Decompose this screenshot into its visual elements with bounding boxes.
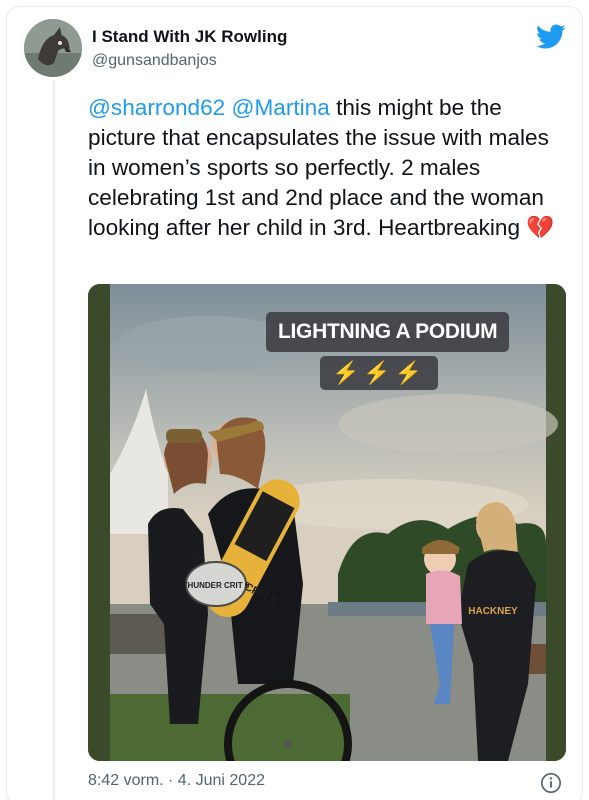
lightning-bolts-icon: ⚡⚡⚡ [320,356,439,390]
thread-line [53,80,55,800]
broken-heart-emoji: 💔 [526,215,555,240]
sticker-title: LIGHTNING A PODIUM [266,312,510,352]
mention-sharrond62[interactable]: @sharrond62 [88,95,225,120]
mention-martina[interactable]: @Martina [232,95,330,120]
tweet-photo[interactable]: THUNDER CRIT 6 THUNDER CRIT 6 HACKNEY LI… [88,284,566,761]
avatar-dog-image [24,19,82,77]
photo-sticker: LIGHTNING A PODIUM ⚡⚡⚡ [266,312,510,392]
tweet-timestamp[interactable]: 8:42 vorm. · 4. Juni 2022 [88,772,265,790]
plate-text: THUNDER CRIT 6 [183,581,250,590]
info-icon[interactable] [540,772,562,794]
author-display-name[interactable]: I Stand With JK Rowling [92,27,287,47]
tweet-text: @sharrond62 @Martina this might be the p… [88,93,568,243]
author-handle[interactable]: @gunsandbanjos [92,52,217,70]
jersey-text: HACKNEY [468,606,518,617]
author-avatar[interactable] [24,19,82,77]
twitter-bird-icon[interactable] [536,24,566,50]
